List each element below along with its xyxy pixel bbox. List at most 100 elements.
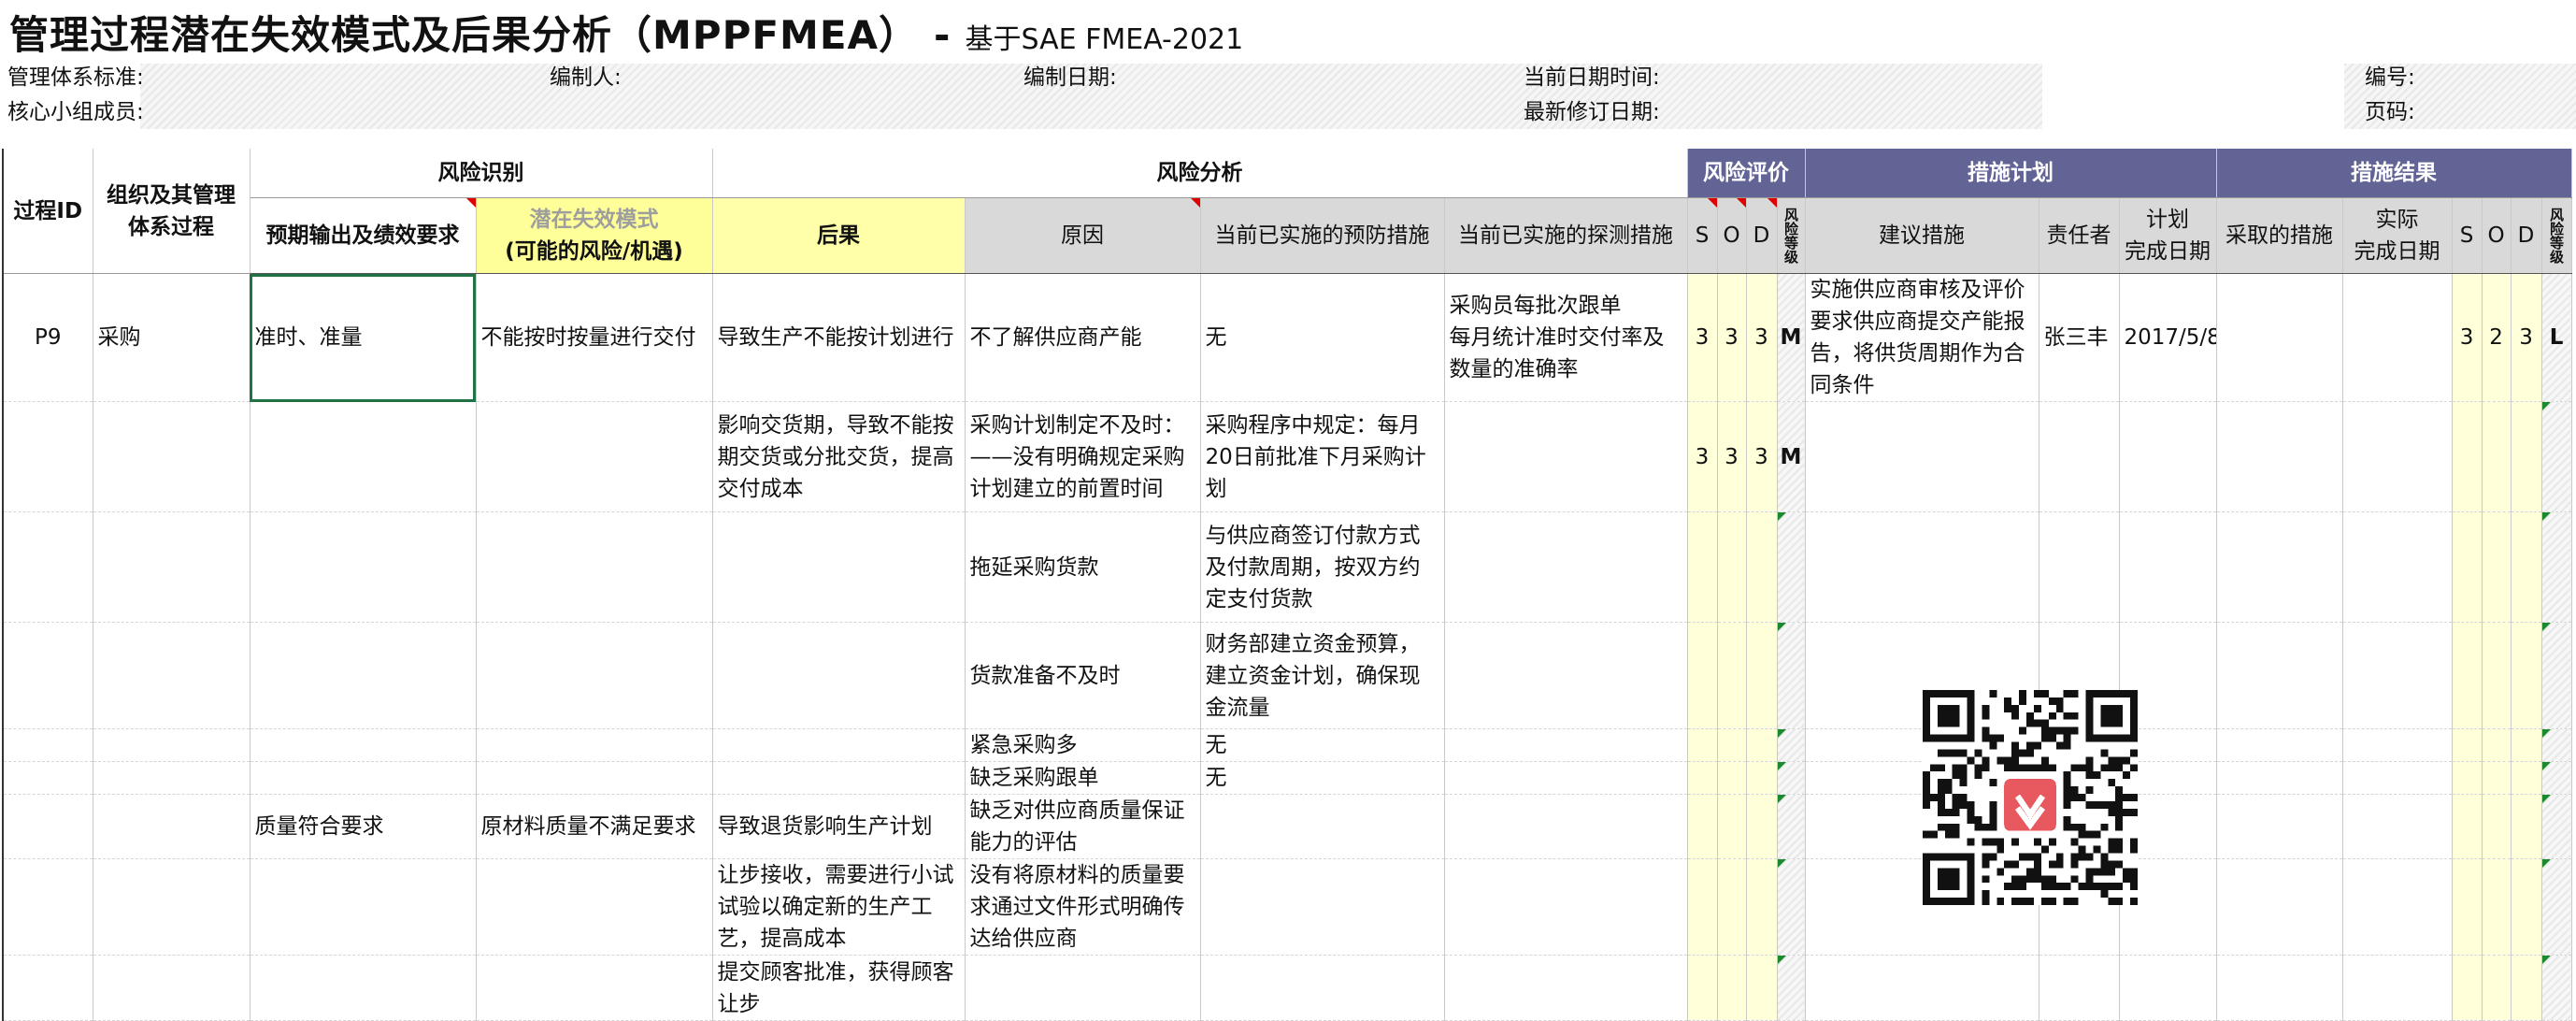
cell-o2[interactable] [2482, 858, 2512, 956]
cell-d2[interactable] [2511, 794, 2542, 859]
cell-o2[interactable] [2482, 622, 2512, 729]
cell-prevention[interactable]: 财务部建立资金预算，建立资金计划，确保现金流量 [1200, 622, 1445, 729]
cell-s[interactable]: 3 [1687, 273, 1718, 402]
cell-prevention[interactable] [1200, 955, 1445, 1021]
cell-risk-level2[interactable] [2541, 401, 2572, 512]
cell-consequence[interactable] [712, 511, 966, 623]
cell-s2[interactable] [2452, 794, 2483, 859]
cell-d[interactable] [1746, 794, 1778, 859]
cell-detection[interactable] [1444, 794, 1688, 859]
cell-s[interactable] [1687, 955, 1718, 1021]
cell-o2[interactable] [2482, 794, 2512, 859]
cell-d[interactable] [1746, 622, 1778, 729]
cell-d[interactable] [1746, 955, 1778, 1021]
cell-risk-level[interactable]: M [1777, 273, 1806, 402]
cell-cause[interactable]: 货款准备不及时 [965, 622, 1201, 729]
cell-consequence[interactable]: 让步接收，需要进行小试试验以确定新的生产工艺，提高成本 [712, 858, 966, 956]
cell-s2[interactable] [2452, 858, 2483, 956]
cell-o[interactable] [1717, 955, 1747, 1021]
cell-cause[interactable]: 没有将原材料的质量要求通过文件形式明确传达给供应商 [965, 858, 1201, 956]
cell-org-process[interactable] [93, 728, 250, 762]
cell-actual-date[interactable] [2342, 273, 2453, 402]
cell-failure-mode[interactable] [476, 622, 713, 729]
cell-s2[interactable] [2452, 761, 2483, 795]
cell-cause[interactable]: 不了解供应商产能 [965, 273, 1201, 402]
cell-detection[interactable] [1444, 955, 1688, 1021]
cell-actual-date[interactable] [2342, 794, 2453, 859]
cell-taken[interactable] [2216, 622, 2343, 729]
cell-actual-date[interactable] [2342, 728, 2453, 762]
cell-risk-level2[interactable] [2541, 761, 2572, 795]
cell-plan-date[interactable] [2119, 511, 2217, 623]
cell-o2[interactable] [2482, 761, 2512, 795]
cell-recommended[interactable] [1805, 511, 2039, 623]
cell-s[interactable] [1687, 728, 1718, 762]
cell-risk-level2[interactable] [2541, 728, 2572, 762]
cell-consequence[interactable] [712, 761, 966, 795]
cell-detection[interactable] [1444, 761, 1688, 795]
cell-expected-output[interactable] [250, 622, 477, 729]
cell-process-id[interactable] [2, 401, 93, 512]
cell-taken[interactable] [2216, 955, 2343, 1021]
cell-org-process[interactable] [93, 401, 250, 512]
cell-failure-mode[interactable] [476, 511, 713, 623]
cell-process-id[interactable]: P9 [2, 273, 93, 402]
cell-consequence[interactable]: 提交顾客批准，获得顾客让步 [712, 955, 966, 1021]
cell-consequence[interactable] [712, 728, 966, 762]
cell-expected-output[interactable] [250, 511, 477, 623]
cell-o2[interactable]: 2 [2482, 273, 2512, 402]
cell-expected-output[interactable] [250, 728, 477, 762]
cell-taken[interactable] [2216, 761, 2343, 795]
cell-process-id[interactable] [2, 955, 93, 1021]
cell-risk-level[interactable] [1777, 761, 1806, 795]
cell-plan-date[interactable] [2119, 401, 2217, 512]
cell-d2[interactable] [2511, 761, 2542, 795]
cell-consequence[interactable]: 导致退货影响生产计划 [712, 794, 966, 859]
cell-s2[interactable] [2452, 511, 2483, 623]
cell-o2[interactable] [2482, 511, 2512, 623]
cell-o[interactable] [1717, 511, 1747, 623]
cell-org-process[interactable] [93, 794, 250, 859]
cell-s2[interactable] [2452, 622, 2483, 729]
cell-consequence[interactable]: 影响交货期，导致不能按期交货或分批交货，提高交付成本 [712, 401, 966, 512]
cell-process-id[interactable] [2, 728, 93, 762]
cell-process-id[interactable] [2, 794, 93, 859]
cell-o2[interactable] [2482, 955, 2512, 1021]
cell-risk-level[interactable] [1777, 728, 1806, 762]
cell-s[interactable] [1687, 858, 1718, 956]
cell-process-id[interactable] [2, 622, 93, 729]
cell-prevention[interactable] [1200, 858, 1445, 956]
cell-risk-level[interactable] [1777, 511, 1806, 623]
cell-recommended[interactable] [1805, 955, 2039, 1021]
cell-detection[interactable] [1444, 728, 1688, 762]
cell-process-id[interactable] [2, 858, 93, 956]
cell-org-process[interactable] [93, 858, 250, 956]
cell-prevention[interactable]: 与供应商签订付款方式及付款周期，按双方约定支付货款 [1200, 511, 1445, 623]
cell-d2[interactable] [2511, 511, 2542, 623]
cell-d2[interactable] [2511, 955, 2542, 1021]
cell-org-process[interactable] [93, 761, 250, 795]
cell-cause[interactable]: 拖延采购货款 [965, 511, 1201, 623]
cell-prevention[interactable]: 采购程序中规定：每月20日前批准下月采购计划 [1200, 401, 1445, 512]
cell-cause[interactable]: 采购计划制定不及时：——没有明确规定采购计划建立的前置时间 [965, 401, 1201, 512]
cell-failure-mode[interactable] [476, 761, 713, 795]
cell-detection[interactable] [1444, 622, 1688, 729]
cell-s2[interactable]: 3 [2452, 273, 2483, 402]
cell-detection[interactable] [1444, 511, 1688, 623]
cell-s2[interactable] [2452, 728, 2483, 762]
cell-d2[interactable] [2511, 622, 2542, 729]
cell-consequence[interactable] [712, 622, 966, 729]
cell-org-process[interactable] [93, 511, 250, 623]
cell-owner[interactable] [2039, 955, 2120, 1021]
cell-prevention[interactable]: 无 [1200, 728, 1445, 762]
cell-taken[interactable] [2216, 401, 2343, 512]
cell-risk-level[interactable] [1777, 622, 1806, 729]
cell-o[interactable] [1717, 761, 1747, 795]
cell-risk-level2[interactable] [2541, 622, 2572, 729]
cell-s2[interactable] [2452, 955, 2483, 1021]
cell-org-process[interactable]: 采购 [93, 273, 250, 402]
cell-detection[interactable] [1444, 858, 1688, 956]
cell-risk-level2[interactable]: L [2541, 273, 2572, 402]
cell-prevention[interactable]: 无 [1200, 273, 1445, 402]
cell-d2[interactable] [2511, 858, 2542, 956]
